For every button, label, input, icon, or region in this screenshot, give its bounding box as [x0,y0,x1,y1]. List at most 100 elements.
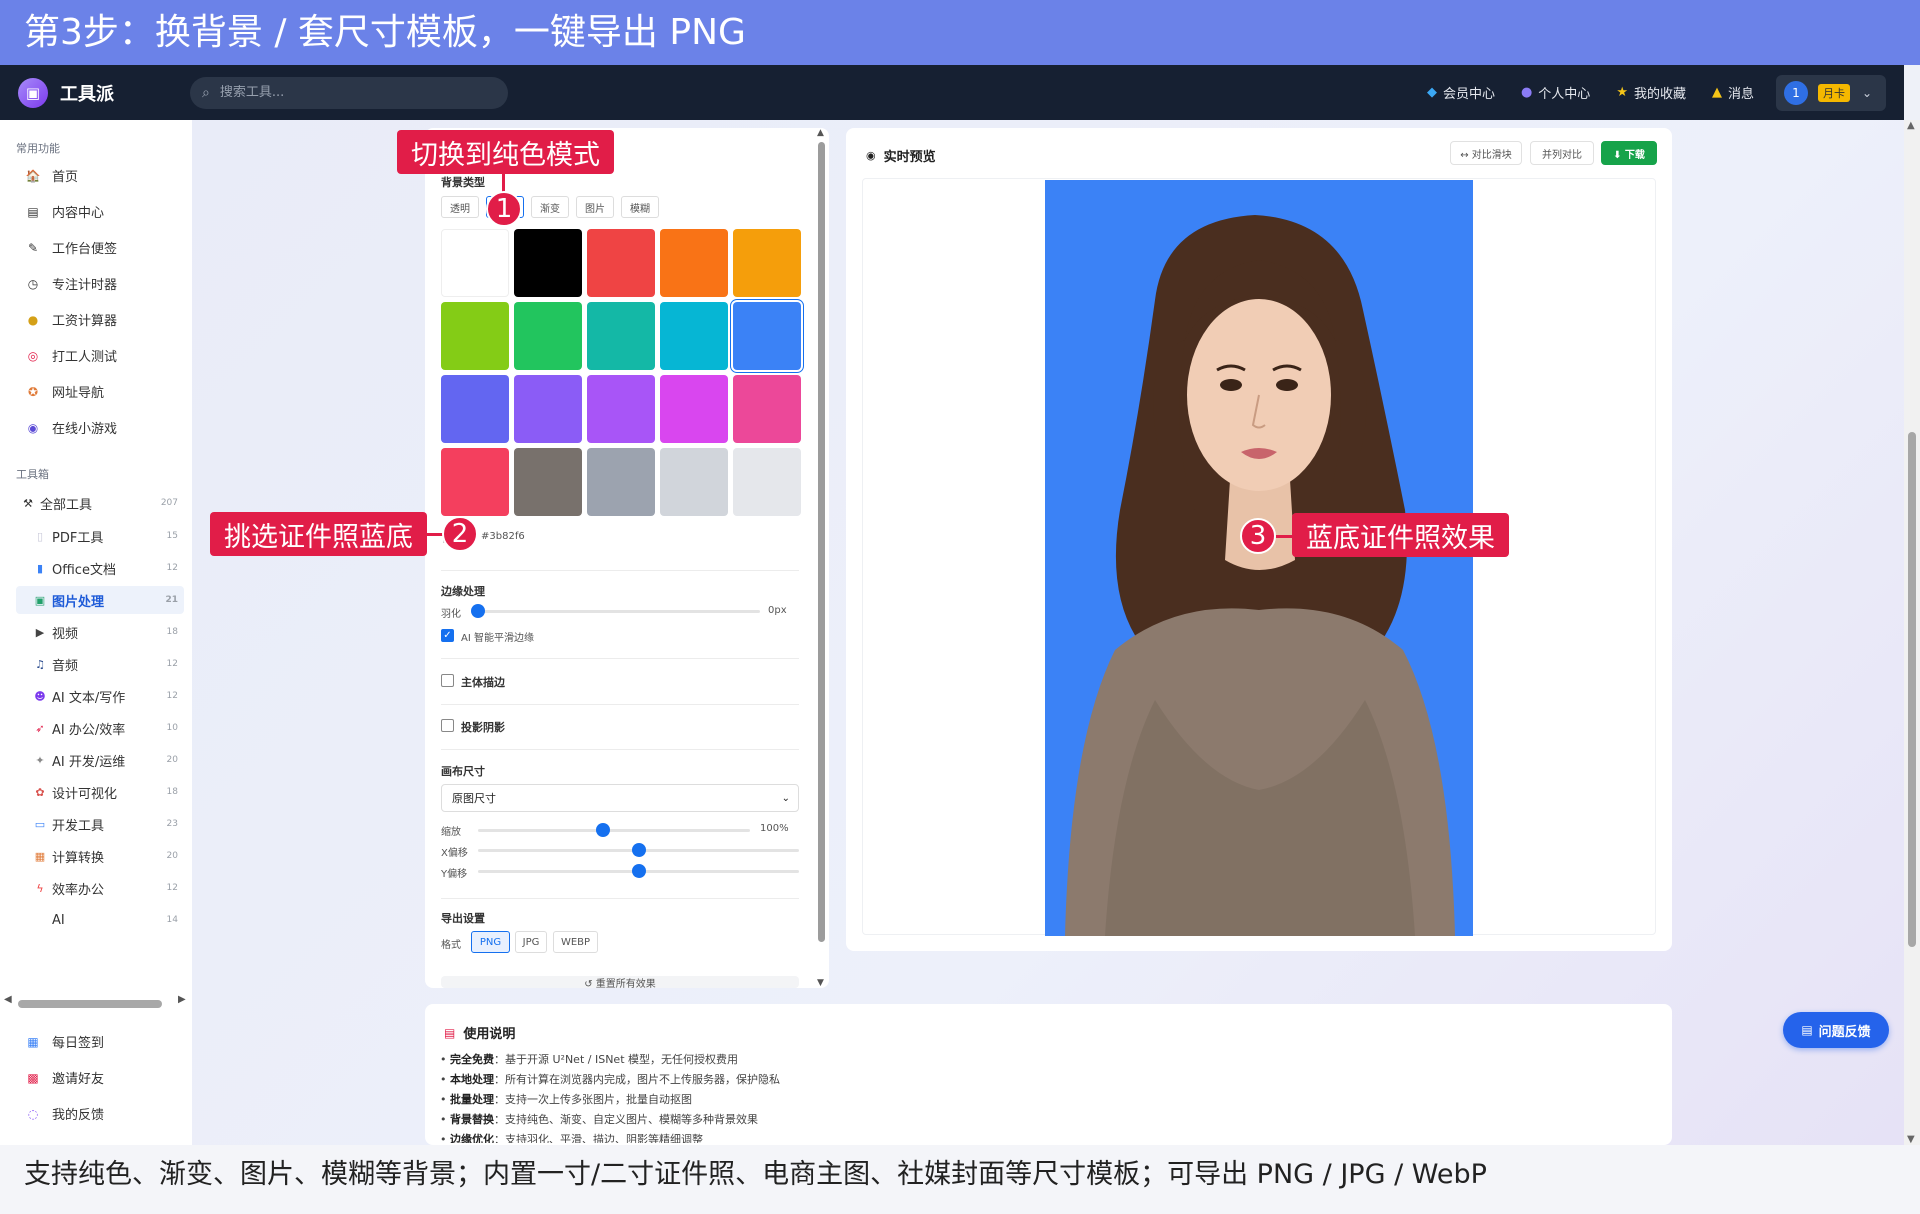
page-scrollbar[interactable]: ▲ ▼ [1904,120,1920,1145]
scroll-left-icon[interactable]: ◀ [4,994,12,1005]
color-swatch[interactable] [441,302,509,370]
color-swatch[interactable] [441,448,509,516]
scrollbar-thumb[interactable] [1908,432,1916,947]
color-swatch[interactable] [587,229,655,297]
settings-scrollbar[interactable]: ▲ ▼ [813,128,829,988]
color-swatch[interactable] [733,375,801,443]
callout-3-line [1276,535,1292,538]
sidebar-item-audio[interactable]: ♫ 音频 12 [16,650,184,678]
callout-1-number: 1 [486,191,522,227]
sidebar-item-design[interactable]: ✿ 设计可视化 18 [16,778,184,806]
divider [441,570,799,571]
scroll-down-icon[interactable]: ▼ [817,978,824,988]
sidebar-item-ai-writing[interactable]: ☻ AI 文本/写作 12 [16,682,184,710]
sidebar-item-video[interactable]: ▶ 视频 18 [16,618,184,646]
download-button[interactable]: ⬇ 下载 [1601,141,1657,165]
format-jpg-button[interactable]: JPG [515,931,547,953]
feedback-button[interactable]: ▤ 问题反馈 [1783,1012,1889,1048]
feather-value: 0px [768,605,787,616]
tab-transparent[interactable]: 透明 [441,196,479,218]
color-swatch[interactable] [660,448,728,516]
scrollbar-thumb[interactable] [18,1000,162,1008]
color-swatch[interactable] [514,448,582,516]
sidebar-item-nav[interactable]: ✪ 网址导航 [24,382,104,402]
sidebar-item-test[interactable]: ◎ 打工人测试 [24,346,117,366]
scroll-right-icon[interactable]: ▶ [178,994,186,1005]
format-webp-button[interactable]: WEBP [553,931,598,953]
sidebar-item-image[interactable]: ▣ 图片处理 21 [16,586,184,614]
sidebar-item-ai-office[interactable]: ➶ AI 办公/效率 10 [16,714,184,742]
user-menu[interactable]: 1 月卡 ⌄ [1776,74,1886,111]
instruction-text: ：支持纯色、渐变、自定义图片、模糊等多种背景效果 [494,1113,758,1126]
sidebar-item-label: 图片处理 [52,594,105,610]
color-swatch[interactable] [733,448,801,516]
nav-messages-label: 消息 [1727,87,1754,102]
color-swatch[interactable] [733,229,801,297]
sidebar-horizontal-scrollbar[interactable]: ◀ ▶ [0,990,192,1014]
reset-button[interactable]: ↺ 重置所有效果 [441,976,799,988]
color-swatch[interactable] [587,375,655,443]
logo[interactable]: ▣ 工具派 [18,77,114,108]
scrollbar-thumb[interactable] [818,142,825,942]
feather-slider-thumb[interactable] [471,604,485,618]
search-input[interactable] [219,85,470,100]
sidebar-item-ai-dev[interactable]: ✦ AI 开发/运维 20 [16,746,184,774]
scale-slider-thumb[interactable] [596,823,611,837]
scale-slider-track[interactable] [478,829,750,832]
sidebar-item-office[interactable]: ▮ Office文档 12 [16,554,184,582]
sidebar-item-home[interactable]: 🏠 首页 [24,166,79,186]
scroll-up-icon[interactable]: ▲ [1907,120,1915,131]
sidebar-item-feedback[interactable]: ◌ 我的反馈 [24,1104,104,1124]
color-swatch[interactable] [441,375,509,443]
nav-favorites[interactable]: ★ 我的收藏 [1616,83,1686,102]
sidebar-item-label: 音频 [52,658,79,674]
nav-profile[interactable]: ● 个人中心 [1521,83,1590,102]
side-by-side-button[interactable]: 并列对比 [1530,141,1594,165]
search-box[interactable]: ⌕ [190,76,508,109]
nav-membership[interactable]: ◆ 会员中心 [1427,83,1495,102]
instruction-key: 完全免费 [450,1053,494,1066]
shadow-checkbox[interactable] [441,719,454,732]
sidebar-item-all-tools[interactable]: ⚒ 全部工具 207 [16,489,184,517]
tab-image[interactable]: 图片 [576,196,614,218]
color-swatch[interactable] [514,229,582,297]
color-swatch[interactable] [587,448,655,516]
sidebar-item-timer[interactable]: ◷ 专注计时器 [24,274,117,294]
color-swatch[interactable] [660,302,728,370]
sidebar-item-games[interactable]: ◉ 在线小游戏 [24,418,117,438]
color-swatch[interactable] [733,302,801,370]
color-swatch[interactable] [514,375,582,443]
sidebar-item-dev-tools[interactable]: ▭ 开发工具 23 [16,810,184,838]
color-swatch[interactable] [660,375,728,443]
sidebar-item-invite[interactable]: ▩ 邀请好友 [24,1068,104,1088]
sidebar-item-efficiency[interactable]: ϟ 效率办公 12 [16,874,184,902]
sidebar-item-content[interactable]: ▤ 内容中心 [24,202,104,222]
tab-blur[interactable]: 模糊 [621,196,659,218]
format-png-button[interactable]: PNG [471,931,510,953]
tab-gradient[interactable]: 渐变 [531,196,569,218]
xoffset-slider-thumb[interactable] [631,843,646,857]
canvas-size-select[interactable]: 原图尺寸 ⌄ [441,784,799,812]
color-swatch[interactable] [441,229,509,297]
bell-icon: ▲ [1711,85,1722,100]
sidebar-item-pdf[interactable]: ▯ PDF工具 15 [16,522,184,550]
sidebar-item-ai[interactable]: AI 14 [16,906,184,934]
sidebar-item-salary[interactable]: ● 工资计算器 [24,310,117,330]
sidebar-item-calc[interactable]: ▦ 计算转换 20 [16,842,184,870]
scroll-down-icon[interactable]: ▼ [1907,1134,1915,1145]
scroll-up-icon[interactable]: ▲ [817,128,824,138]
compare-slider-button[interactable]: ↔ 对比滑块 [1450,141,1522,165]
color-swatch[interactable] [514,302,582,370]
feather-slider-track[interactable] [478,610,760,613]
ai-smooth-checkbox[interactable]: ✓ [441,629,454,642]
nav-messages[interactable]: ▲ 消息 [1712,83,1754,102]
sidebar-item-checkin[interactable]: ▦ 每日签到 [24,1032,104,1052]
sidebar-item-label: AI 开发/运维 [52,754,126,770]
sidebar-item-label: 计算转换 [52,850,105,866]
yoffset-slider-thumb[interactable] [631,864,646,878]
sidebar-item-notes[interactable]: ✎ 工作台便签 [24,238,117,258]
color-swatch[interactable] [660,229,728,297]
stroke-checkbox[interactable] [441,674,454,687]
instruction-key: 背景替换 [450,1113,494,1126]
color-swatch[interactable] [587,302,655,370]
